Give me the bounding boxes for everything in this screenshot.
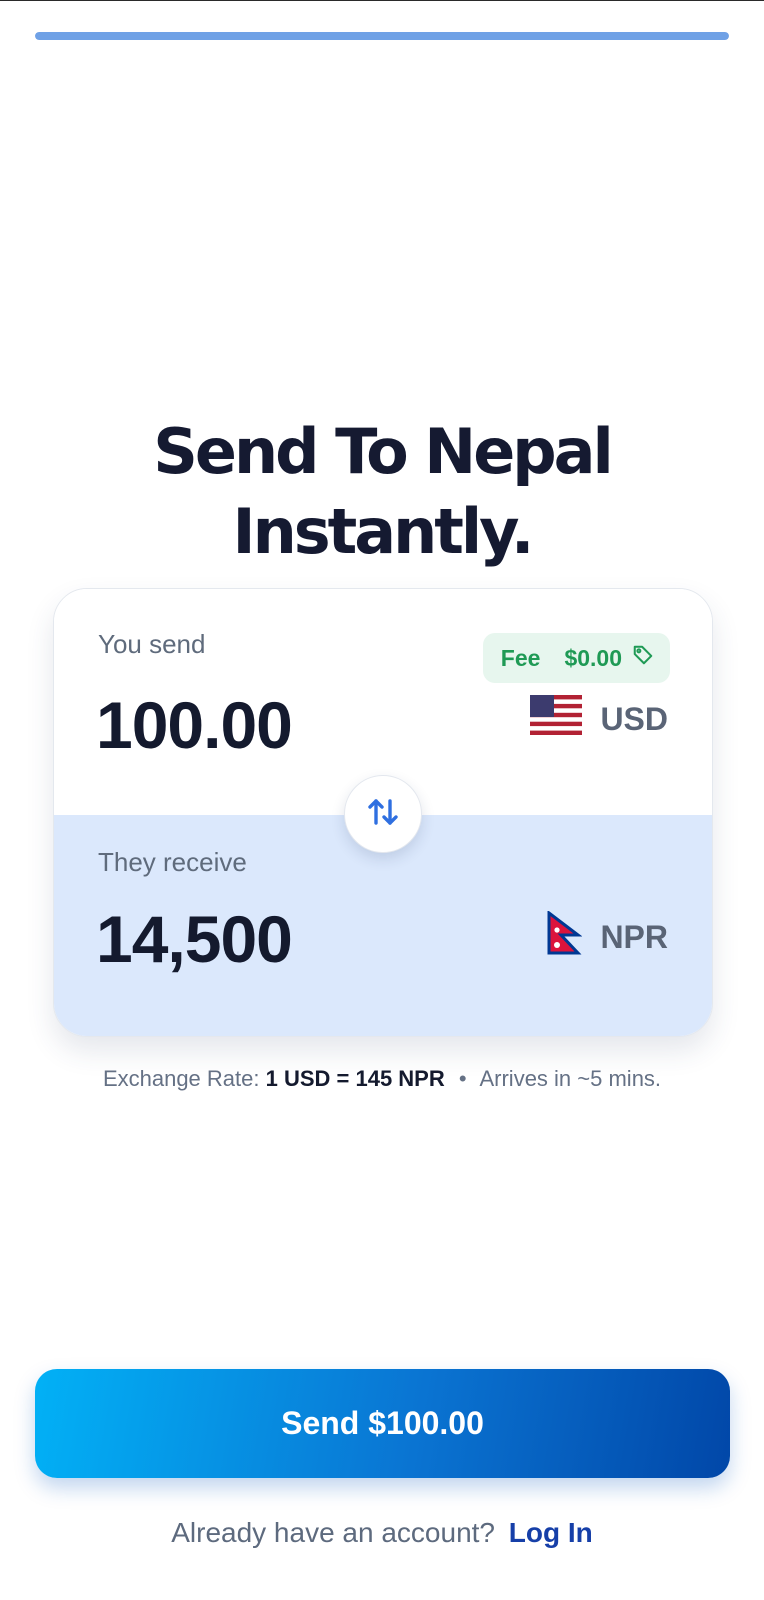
login-prompt: Already have an account? Log In	[0, 1517, 764, 1549]
login-prompt-text: Already have an account?	[171, 1517, 495, 1548]
fee-label: Fee	[500, 644, 541, 671]
receive-currency-selector[interactable]: NPR	[546, 909, 668, 963]
login-link[interactable]: Log In	[509, 1517, 593, 1548]
converter-card: You send Fee $0.00 100.00 USD They recei…	[53, 588, 713, 1037]
title-line-2: Instantly.	[232, 495, 535, 568]
fee-value: $0.00	[564, 644, 622, 671]
receive-amount: 14,500	[96, 902, 293, 976]
receive-currency-code: NPR	[600, 918, 668, 955]
title-line-1: Send To Nepal	[153, 415, 613, 488]
receive-label: They receive	[98, 847, 247, 877]
send-currency-selector[interactable]: USD	[530, 695, 668, 743]
swap-arrows-icon	[365, 794, 401, 835]
send-label: You send	[98, 629, 206, 659]
exchange-rate-value: 1 USD = 145 NPR	[265, 1066, 445, 1091]
send-currency-code: USD	[600, 700, 668, 737]
nepal-flag-icon	[546, 909, 583, 963]
status-divider	[0, 0, 764, 1]
arrival-estimate: Arrives in ~5 mins.	[479, 1066, 662, 1091]
progress-fill	[35, 32, 729, 40]
send-section: You send Fee $0.00 100.00 USD	[54, 589, 712, 853]
page-title: Send To Nepal Instantly.	[0, 412, 764, 572]
exchange-rate-label: Exchange Rate:	[102, 1066, 260, 1091]
send-button[interactable]: Send $100.00	[35, 1369, 730, 1478]
exchange-rate-info: Exchange Rate: 1 USD = 145 NPR • Arrives…	[0, 1066, 764, 1092]
separator-dot: •	[458, 1066, 467, 1091]
tag-icon	[632, 644, 654, 672]
swap-button[interactable]	[344, 775, 422, 853]
us-flag-icon	[530, 695, 583, 743]
fee-badge: Fee $0.00	[482, 633, 670, 683]
progress-bar	[35, 32, 729, 40]
send-amount-input[interactable]: 100.00	[96, 687, 293, 763]
